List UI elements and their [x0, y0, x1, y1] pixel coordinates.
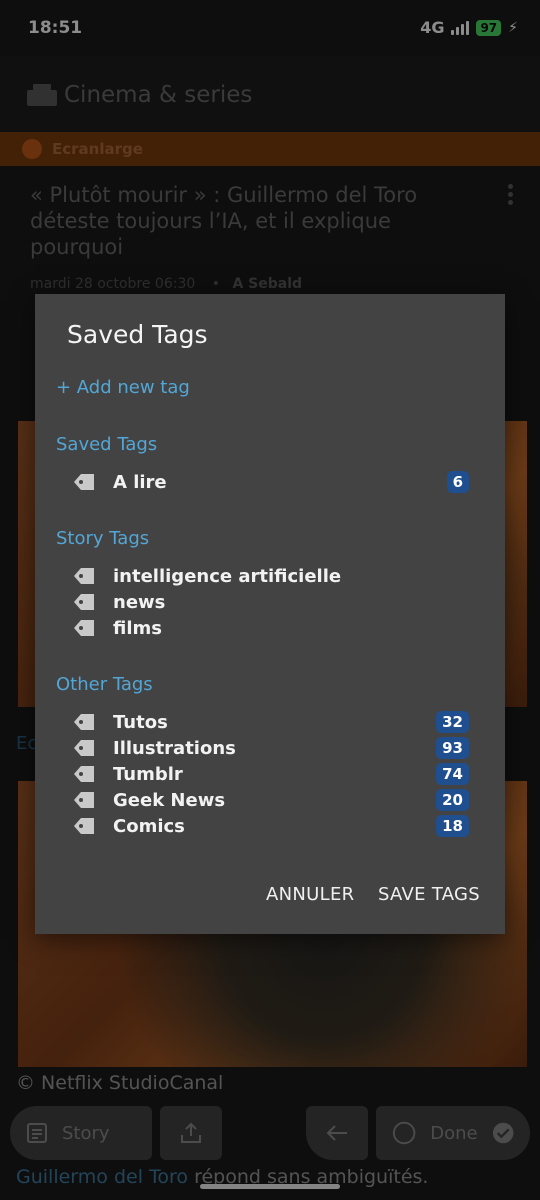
tag-icon [74, 714, 94, 730]
tag-icon [74, 474, 94, 490]
tag-row-news[interactable]: news [73, 589, 469, 615]
dialog-title: Saved Tags [67, 320, 208, 349]
tag-count-badge: 20 [436, 789, 469, 811]
tag-count-badge: 18 [436, 815, 469, 837]
tag-count-badge: 6 [446, 471, 469, 493]
save-tags-button[interactable]: SAVE TAGS [378, 884, 480, 905]
tag-icon [74, 740, 94, 756]
tag-label: Illustrations [113, 737, 236, 759]
tag-label: Geek News [113, 789, 226, 811]
tag-label: intelligence artificielle [113, 565, 342, 587]
tag-count-badge: 74 [436, 763, 469, 785]
tag-row-tutos[interactable]: Tutos 32 [73, 709, 469, 735]
tag-label: films [113, 617, 162, 639]
tag-row-films[interactable]: films [73, 615, 469, 641]
saved-tags-dialog: Saved Tags + Add new tag Saved Tags A li… [35, 294, 505, 934]
tag-label: news [113, 591, 166, 613]
tag-icon [74, 818, 94, 834]
tag-row-illustrations[interactable]: Illustrations 93 [73, 735, 469, 761]
tag-row-a-lire[interactable]: A lire 6 [73, 469, 469, 495]
tag-row-geek-news[interactable]: Geek News 20 [73, 787, 469, 813]
tag-label: A lire [113, 471, 167, 493]
other-tags-section-title: Other Tags [56, 674, 153, 695]
tag-icon [74, 620, 94, 636]
tag-row-intelligence-artificielle[interactable]: intelligence artificielle [73, 563, 469, 589]
tag-row-tumblr[interactable]: Tumblr 74 [73, 761, 469, 787]
tag-icon [74, 766, 94, 782]
cancel-button[interactable]: ANNULER [266, 884, 354, 905]
tag-icon [74, 594, 94, 610]
saved-tags-section-title: Saved Tags [56, 434, 158, 455]
add-new-tag-link[interactable]: + Add new tag [56, 377, 190, 398]
tag-label: Tumblr [113, 763, 183, 785]
tag-row-comics[interactable]: Comics 18 [73, 813, 469, 839]
tag-count-badge: 32 [436, 711, 469, 733]
tag-icon [74, 792, 94, 808]
tag-label: Tutos [113, 711, 168, 733]
tag-icon [74, 568, 94, 584]
tag-count-badge: 93 [436, 737, 469, 759]
story-tags-section-title: Story Tags [56, 528, 150, 549]
tag-label: Comics [113, 815, 185, 837]
